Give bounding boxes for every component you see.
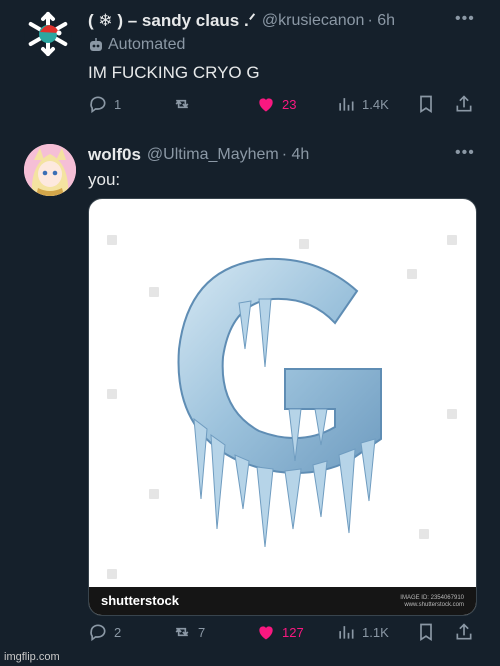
share-icon	[456, 623, 472, 640]
like-button[interactable]: 127	[256, 622, 336, 642]
bookmark-icon	[420, 623, 432, 642]
views-button[interactable]: 1.1K	[336, 622, 416, 642]
reply-icon	[90, 624, 106, 642]
retweet-icon	[175, 627, 189, 637]
display-name[interactable]: ( ❄ ) – sandy claus .ᐟ	[88, 11, 256, 31]
share-button[interactable]	[454, 622, 474, 642]
tweet-media-image[interactable]: shutterstock IMAGE ID: 2354067910 www.sh…	[88, 198, 477, 616]
timestamp[interactable]: · 4h	[282, 146, 310, 164]
reply-icon	[90, 96, 106, 114]
share-button[interactable]	[454, 94, 474, 114]
handle[interactable]: @Ultima_Mayhem	[147, 146, 279, 164]
retweet-count: 7	[198, 624, 206, 640]
retweet-button[interactable]: 7	[172, 622, 256, 642]
bot-icon	[90, 38, 102, 51]
shutterstock-logo: shutterstock	[101, 593, 180, 608]
reply-button[interactable]: 2	[88, 622, 172, 642]
views-chart-icon	[339, 626, 354, 639]
like-button[interactable]: 23	[256, 94, 336, 114]
tweet-1[interactable]: ( ❄ ) – sandy claus .ᐟ @krusiecanon · 6h…	[0, 0, 500, 140]
handle[interactable]: @krusiecanon	[262, 12, 365, 30]
heart-filled-icon	[259, 98, 273, 112]
bookmark-button[interactable]	[416, 622, 454, 642]
snowflake-avatar-icon	[28, 12, 68, 56]
views-count: 1.1K	[362, 624, 389, 640]
views-button[interactable]: 1.4K	[336, 94, 416, 114]
ice-letter-g-graphic	[177, 257, 382, 548]
reply-count: 2	[114, 624, 122, 640]
share-icon	[456, 95, 472, 112]
tweet-text: IM FUCKING CRYO G	[88, 63, 260, 82]
more-options-icon[interactable]: •••	[455, 10, 475, 28]
shutterstock-watermark-bar: shutterstock IMAGE ID: 2354067910 www.sh…	[89, 587, 476, 615]
tweet-2[interactable]: wolf0s @Ultima_Mayhem · 4h ••• you: shut…	[0, 140, 500, 666]
avatar-sandy-claus[interactable]	[24, 10, 72, 58]
views-count: 1.4K	[362, 96, 389, 112]
reply-count: 1	[114, 96, 122, 112]
retweet-button[interactable]	[172, 94, 256, 114]
avatar-wolf0s[interactable]	[24, 144, 76, 196]
more-options-icon[interactable]: •••	[455, 144, 475, 162]
timestamp[interactable]: · 6h	[367, 12, 395, 30]
views-chart-icon	[339, 98, 354, 111]
reply-button[interactable]: 1	[88, 94, 172, 114]
bookmark-button[interactable]	[416, 94, 454, 114]
image-id-label: IMAGE ID: 2354067910 www.shutterstock.co…	[400, 595, 464, 608]
bookmark-icon	[420, 95, 432, 114]
heart-filled-icon	[259, 626, 273, 640]
automated-label: Automated	[108, 36, 186, 53]
imgflip-watermark: imgflip.com	[4, 651, 60, 663]
retweet-icon	[175, 99, 189, 109]
display-name[interactable]: wolf0s	[88, 145, 141, 165]
anime-character-avatar-icon	[24, 144, 76, 196]
like-count: 23	[282, 96, 297, 112]
like-count: 127	[282, 624, 304, 640]
tweet-text: you:	[88, 170, 121, 189]
